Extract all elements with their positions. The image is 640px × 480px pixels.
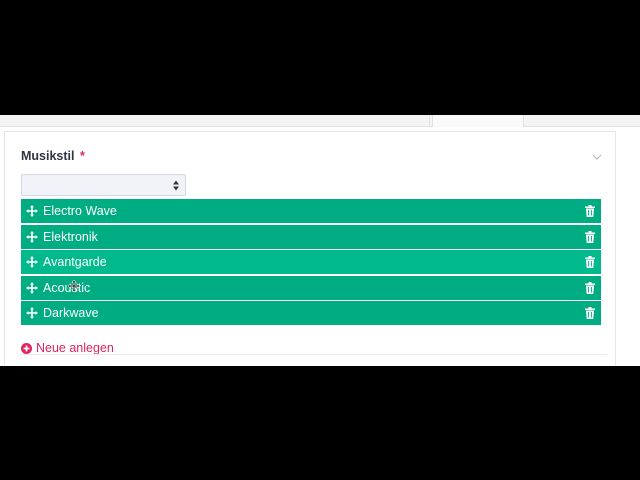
list-item[interactable]: Acoustic	[21, 275, 601, 300]
select-arrows-icon	[173, 180, 179, 191]
list-item[interactable]: Darkwave	[21, 301, 601, 325]
move-icon[interactable]	[26, 307, 38, 319]
list-item-label: Acoustic	[43, 280, 91, 295]
musikstil-panel: Musikstil * Electro Wave Elektronik Avan…	[4, 131, 616, 366]
list-item-label: Darkwave	[43, 306, 99, 320]
move-icon[interactable]	[26, 205, 38, 217]
list-item[interactable]: Electro Wave	[21, 199, 601, 223]
add-new-button[interactable]: Neue anlegen	[21, 341, 114, 355]
list-item-label: Electro Wave	[43, 204, 117, 218]
move-icon[interactable]	[26, 230, 38, 243]
move-cursor-icon	[68, 280, 80, 292]
field-label-text: Musikstil	[21, 149, 75, 163]
list-item-label: Avantgarde	[43, 255, 107, 269]
divider	[21, 354, 607, 355]
musikstil-select[interactable]	[21, 174, 186, 196]
plus-circle-icon	[21, 342, 32, 354]
trash-icon[interactable]	[585, 230, 595, 243]
list-item-label: Elektronik	[43, 229, 98, 244]
move-icon[interactable]	[26, 256, 38, 268]
add-new-label: Neue anlegen	[36, 341, 114, 355]
move-icon[interactable]	[26, 281, 38, 294]
trash-icon[interactable]	[585, 205, 595, 217]
trash-icon[interactable]	[585, 307, 595, 319]
trash-icon[interactable]	[585, 281, 595, 294]
top-tab-strip	[0, 115, 640, 127]
required-indicator: *	[79, 149, 85, 163]
tab-strip-segment	[432, 115, 524, 127]
trash-icon[interactable]	[585, 256, 595, 268]
list-item[interactable]: Avantgarde	[21, 250, 601, 274]
field-label: Musikstil *	[21, 149, 85, 163]
chevron-down-icon[interactable]	[592, 152, 602, 162]
form-viewport: Musikstil * Electro Wave Elektronik Avan…	[0, 115, 640, 366]
tab-strip-segment	[0, 115, 430, 127]
selected-items-list: Electro Wave Elektronik Avantgarde Acous…	[21, 199, 601, 327]
list-item[interactable]: Elektronik	[21, 224, 601, 249]
